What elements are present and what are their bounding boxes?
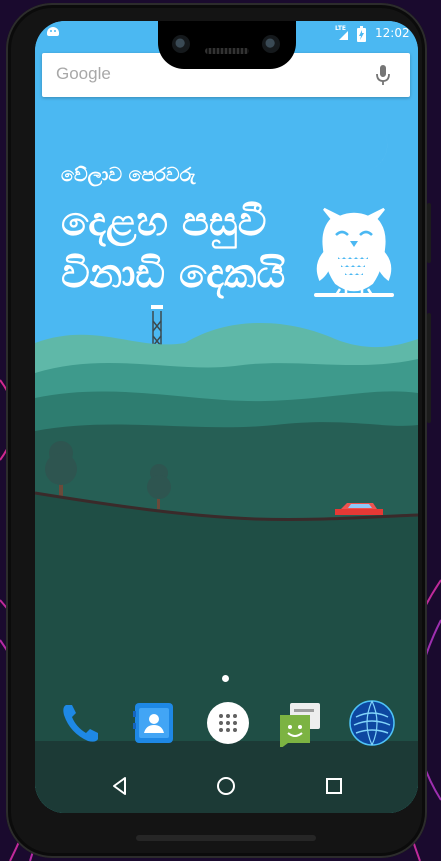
google-logo: Google	[56, 64, 111, 83]
globe-icon[interactable]	[348, 699, 396, 747]
home-screen: LTE 12:02 Google වේලාව පෙරවරු දෙළහ පසුවී…	[35, 21, 418, 813]
moon-icon	[344, 125, 388, 172]
front-camera-icon	[172, 35, 190, 53]
clock-widget-line1: දෙළහ පසුවී	[61, 199, 267, 245]
volume-button	[427, 313, 431, 423]
phone-frame: LTE 12:02 Google වේලාව පෙරවරු දෙළහ පසුවී…	[6, 3, 431, 858]
android-notification-icon	[47, 27, 59, 36]
owl-icon	[314, 207, 394, 297]
battery-icon	[357, 26, 366, 42]
clock-widget-line2: විනාඩි දෙකයි	[61, 251, 286, 297]
earpiece-speaker	[205, 48, 249, 54]
front-camera-icon	[262, 35, 280, 53]
recents-icon[interactable]	[323, 775, 345, 797]
status-time: 12:02	[375, 26, 410, 40]
signal-icon	[339, 31, 348, 40]
phone-icon[interactable]	[56, 699, 104, 747]
contacts-icon[interactable]	[130, 699, 178, 747]
home-icon[interactable]	[215, 775, 237, 797]
back-icon[interactable]	[109, 775, 131, 797]
app-drawer-icon[interactable]	[204, 699, 252, 747]
messaging-icon[interactable]	[276, 699, 324, 747]
power-button	[427, 203, 431, 263]
app-dock	[35, 699, 418, 759]
mic-icon[interactable]	[376, 64, 390, 86]
camera-notch	[158, 21, 296, 69]
bottom-speaker-grille	[136, 835, 316, 841]
charging-icon	[359, 30, 364, 40]
page-indicator-dot	[222, 675, 229, 682]
clock-widget-prefix: වේලාව පෙරවරු	[61, 164, 196, 186]
navigation-bar	[35, 761, 418, 813]
